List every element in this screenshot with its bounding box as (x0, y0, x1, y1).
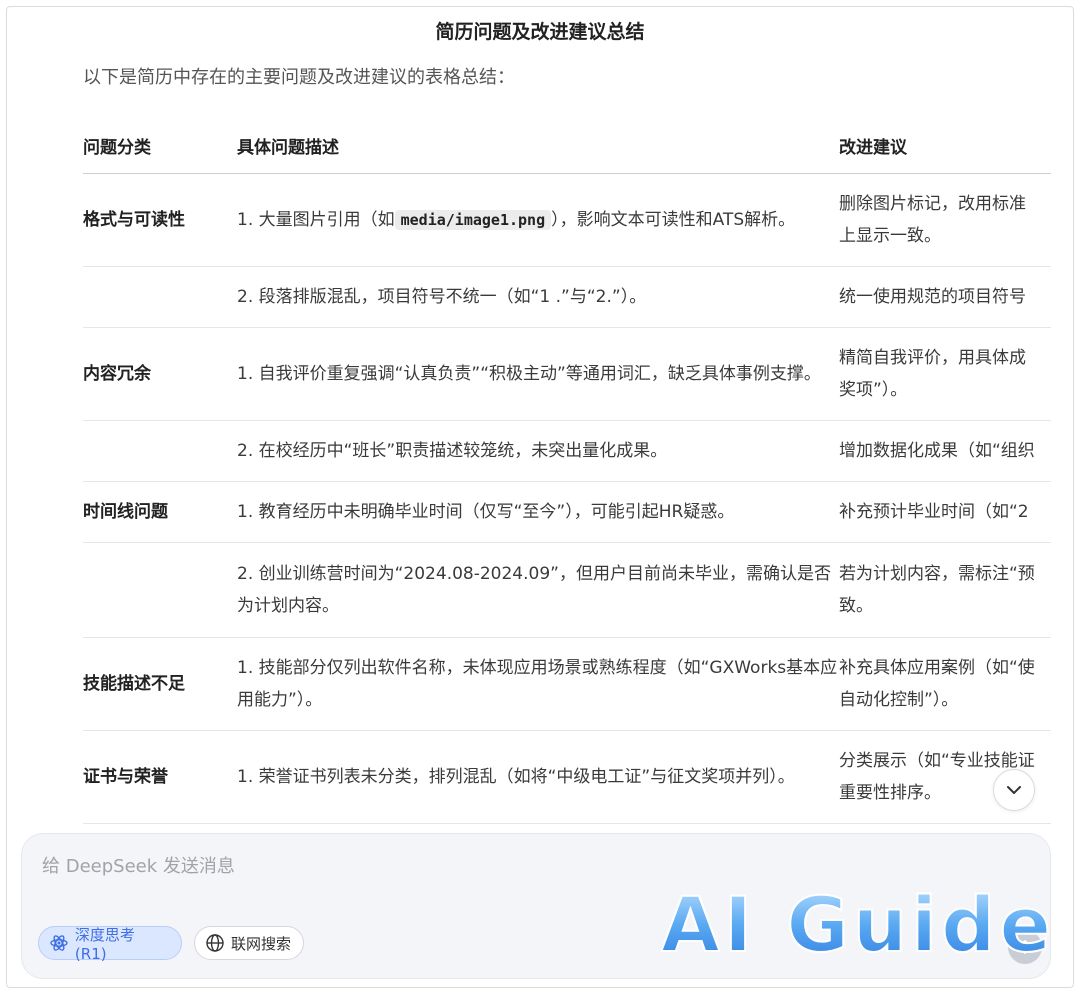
intro-text: 以下是简历中存在的主要问题及改进建议的表格总结： (83, 67, 515, 88)
header-category: 问题分类 (83, 137, 151, 158)
row-suggestion: 精简自我评价，用具体成 奖项”）。 (839, 342, 1051, 406)
suggestion-line: 统一使用规范的项目符号 (839, 287, 1026, 307)
suggestion-line: 致。 (839, 596, 873, 616)
table-row: 格式与可读性 1. 大量图片引用（如 media/image1.png ），影响文本… (83, 174, 1051, 267)
table-row: 证书与荣誉 1. 荣誉证书列表未分类，排列混乱（如将“中级电工证”与征文奖项并列… (83, 731, 1051, 824)
suggestion-line: 补充预计毕业时间（如“2 (839, 502, 1029, 522)
row-description: 1. 荣誉证书列表未分类，排列混乱（如将“中级电工证”与征文奖项并列）。 (237, 767, 795, 787)
table-row: 技能描述不足 1. 技能部分仅列出软件名称，未体现应用场景或熟练程度（如“GXW… (83, 638, 1051, 731)
chevron-down-icon (1007, 786, 1021, 794)
row-category: 时间线问题 (83, 502, 168, 522)
row-category: 证书与荣誉 (83, 767, 168, 787)
row-suggestion: 补充具体应用案例（如“使 自动化控制”）。 (839, 652, 1051, 716)
web-search-label: 联网搜索 (231, 934, 292, 953)
row-category: 内容冗余 (83, 364, 151, 384)
watermark-text: AI Guide (661, 880, 1055, 965)
row-suggestion: 增加数据化成果（如“组织 (839, 435, 1051, 467)
row-description: 2. 创业训练营时间为“2024.08-2024.09”，但用户目前尚未毕业，需… (237, 564, 831, 616)
ai-guide-watermark: AI Guide (661, 879, 1055, 965)
table-row: 2. 在校经历中“班长”职责描述较笼统，未突出量化成果。 增加数据化成果（如“组… (83, 421, 1051, 482)
chat-window: 简历问题及改进建议总结 以下是简历中存在的主要问题及改进建议的表格总结： 问题分… (6, 6, 1074, 988)
globe-icon (206, 934, 224, 952)
table-row: 时间线问题 1. 教育经历中未明确毕业时间（仅写“至今”），可能引起HR疑惑。 … (83, 482, 1051, 543)
header-description: 具体问题描述 (237, 137, 339, 158)
row-description: 2. 段落排版混乱，项目符号不统一（如“1 .”与“2.”）。 (237, 287, 647, 307)
suggestion-line: 精简自我评价，用具体成 (839, 348, 1026, 368)
suggestion-line: 若为计划内容，需标注“预 (839, 564, 1035, 584)
atom-icon (50, 935, 68, 951)
web-search-toggle[interactable]: 联网搜索 (194, 926, 304, 960)
row-description: 1. 自我评价重复强调“认真负责”“积极主动”等通用词汇，缺乏具体事例支撑。 (237, 364, 821, 384)
deep-think-toggle[interactable]: 深度思考 (R1) (38, 925, 182, 963)
row-suggestion: 统一使用规范的项目符号 (839, 281, 1051, 313)
suggestion-line: 增加数据化成果（如“组织 (839, 441, 1035, 461)
row-suggestion: 补充预计毕业时间（如“2 (839, 496, 1051, 528)
table-row: 2. 创业训练营时间为“2024.08-2024.09”，但用户目前尚未毕业，需… (83, 543, 1051, 638)
description-text: ），影响文本可读性和ATS解析。 (551, 210, 796, 230)
row-description: 2. 在校经历中“班长”职责描述较笼统，未突出量化成果。 (237, 441, 668, 461)
row-category: 格式与可读性 (83, 210, 185, 230)
suggestion-line: 补充具体应用案例（如“使 (839, 658, 1035, 678)
deep-think-label: 深度思考 (R1) (74, 925, 135, 963)
description-text: 1. 大量图片引用（如 (237, 210, 395, 230)
table-header: 问题分类 具体问题描述 改进建议 (83, 117, 1051, 174)
table-row: 内容冗余 1. 自我评价重复强调“认真负责”“积极主动”等通用词汇，缺乏具体事例… (83, 328, 1051, 421)
inline-code: media/image1.png (394, 210, 552, 230)
row-description: 1. 大量图片引用（如 media/image1.png ），影响文本可读性和ATS… (237, 204, 839, 236)
suggestion-line: 自动化控制”）。 (839, 690, 959, 710)
suggestion-line: 删除图片标记，改用标准 (839, 194, 1026, 214)
page-title: 简历问题及改进建议总结 (435, 21, 645, 43)
header-suggestion: 改进建议 (839, 137, 907, 158)
row-description: 1. 教育经历中未明确毕业时间（仅写“至今”），可能引起HR疑惑。 (237, 502, 735, 522)
row-suggestion: 删除图片标记，改用标准 上显示一致。 (839, 188, 1051, 252)
row-suggestion: 若为计划内容，需标注“预 致。 (839, 558, 1051, 622)
table-row: 2. 段落排版混乱，项目符号不统一（如“1 .”与“2.”）。 统一使用规范的项… (83, 267, 1051, 328)
scroll-to-bottom-button[interactable] (993, 769, 1035, 811)
row-description: 1. 技能部分仅列出软件名称，未体现应用场景或熟练程度（如“GXWorks基本应… (237, 658, 838, 710)
suggestion-line: 奖项”）。 (839, 380, 908, 400)
row-category: 技能描述不足 (83, 674, 185, 694)
suggestion-line: 上显示一致。 (839, 226, 941, 246)
message-input[interactable] (40, 850, 644, 882)
summary-table: 问题分类 具体问题描述 改进建议 格式与可读性 1. 大量图片引用（如 media… (83, 117, 1051, 839)
